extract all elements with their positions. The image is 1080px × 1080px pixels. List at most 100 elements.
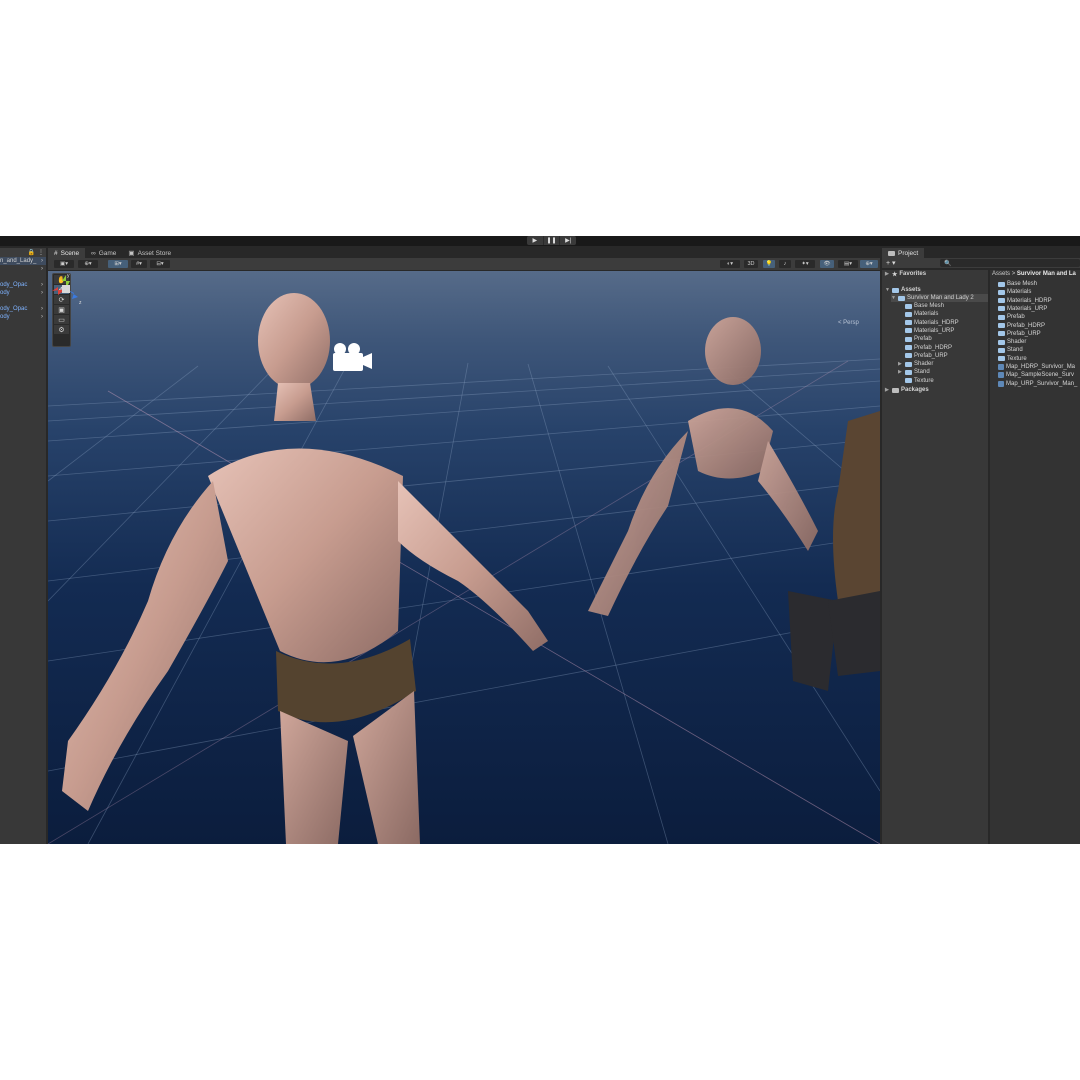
folder-icon [892, 287, 899, 293]
file-label: Stand [1007, 347, 1023, 354]
gizmos-dropdown[interactable]: ⊕▾ [860, 260, 878, 268]
folder-icon [892, 387, 899, 393]
folder-icon [998, 306, 1005, 312]
folder-item[interactable]: Materials [998, 288, 1031, 296]
folder-icon [905, 345, 912, 350]
play-button[interactable]: ▶ [527, 236, 544, 245]
tree-subfolder[interactable]: Materials_URP [898, 327, 954, 335]
folder-icon [905, 361, 912, 367]
audio-toggle-icon[interactable]: ♪ [779, 260, 791, 268]
more-options-icon[interactable]: ⋮ [38, 249, 44, 256]
file-label: Materials_URP [1007, 305, 1048, 312]
tree-subfolder[interactable]: Base Mesh [898, 302, 944, 310]
folder-item[interactable]: Prefab_HDRP [998, 322, 1045, 330]
expand-icon: ▶ [885, 271, 889, 277]
folder-item[interactable]: Shader [998, 338, 1026, 346]
tree-subfolder[interactable]: Materials [898, 310, 938, 318]
tree-label: Base Mesh [914, 303, 945, 309]
transform-tool-icon[interactable]: ⚙ [54, 325, 69, 334]
star-icon: ★ [892, 271, 898, 278]
hierarchy-item[interactable]: ody_Opac › [0, 305, 46, 313]
folder-item[interactable]: Prefab_URP [998, 330, 1041, 338]
tree-survivor-folder[interactable]: ▼ Survivor Man and Lady 2 [891, 294, 988, 302]
project-search-input[interactable]: 🔍 [940, 259, 1080, 267]
lighting-toggle-icon[interactable]: 💡 [763, 260, 775, 268]
folder-item[interactable]: Stand [998, 346, 1023, 354]
shading-mode-dropdown[interactable]: ◐▾ [720, 260, 740, 268]
folder-icon [998, 298, 1005, 304]
chevron-right-icon[interactable]: › [41, 306, 43, 312]
tree-label: Favorites [899, 271, 927, 277]
hierarchy-item[interactable]: › [0, 265, 46, 273]
scene-visibility-icon[interactable]: 👁 [820, 260, 834, 268]
folder-icon [898, 295, 905, 301]
effects-dropdown[interactable]: ✦▾ [795, 260, 815, 268]
gizmo-orientation-dropdown[interactable]: ⊕▾ [78, 260, 98, 268]
camera-gizmo-icon [333, 343, 372, 371]
tab-asset-store[interactable]: ▣ Asset Store [122, 248, 177, 258]
tree-subfolder[interactable]: Prefab_URP [898, 352, 948, 360]
orientation-gizmo-icon[interactable]: y z [48, 271, 84, 307]
chevron-right-icon[interactable]: › [41, 266, 43, 272]
tree-subfolder[interactable]: ▶ Shader [898, 360, 933, 368]
tree-label: Materials_HDRP [914, 319, 959, 326]
tree-label: Prefab [914, 336, 932, 343]
chevron-right-icon[interactable]: › [41, 314, 43, 320]
tree-packages[interactable]: ▶ Packages [885, 386, 929, 394]
chevron-right-icon[interactable]: › [41, 258, 43, 264]
pause-button[interactable]: ❚❚ [544, 236, 561, 245]
scene-viewport[interactable]: ✋✥⟳▣▭⚙ y z < Persp [48, 271, 880, 844]
scene-file-item[interactable]: Map_HDRP_Survivor_Ma [998, 363, 1075, 371]
projection-toggle[interactable]: < Persp [838, 320, 859, 326]
folder-item[interactable]: Texture [998, 355, 1027, 363]
tree-subfolder[interactable]: Texture [898, 377, 934, 385]
folder-item[interactable]: Materials_HDRP [998, 297, 1052, 305]
create-asset-button[interactable]: + ▾ [886, 259, 896, 267]
breadcrumb-separator: > [1011, 271, 1016, 277]
camera-settings-dropdown[interactable]: ▤▾ [838, 260, 858, 268]
hierarchy-item[interactable]: ody › [0, 313, 46, 321]
folder-icon [888, 250, 895, 256]
lock-icon[interactable]: 🔒 [28, 249, 35, 256]
file-label: Map_HDRP_Survivor_Ma [1006, 364, 1076, 370]
rect-tool-icon[interactable]: ▭ [54, 315, 69, 324]
tree-subfolder[interactable]: Prefab_HDRP [898, 344, 952, 352]
tree-favorites[interactable]: ▶ ★ Favorites [885, 270, 926, 278]
folder-icon [905, 353, 912, 359]
third-character-model [788, 411, 880, 691]
chevron-right-icon[interactable]: › [41, 290, 43, 296]
tree-subfolder[interactable]: ▶ Stand [898, 368, 930, 376]
grid-toggle[interactable]: #▾ [131, 260, 147, 268]
breadcrumb-root[interactable]: Assets [992, 271, 1010, 277]
scene-file-item[interactable]: Map_SampleScene_Surv [998, 371, 1074, 379]
folder-icon [998, 323, 1005, 328]
hierarchy-item[interactable]: ody › [0, 289, 46, 297]
chevron-right-icon[interactable]: › [41, 282, 43, 288]
hierarchy-item-label: ody_Opac [0, 306, 28, 312]
folder-item[interactable]: Base Mesh [998, 280, 1037, 288]
draw-mode-dropdown[interactable]: ▣▾ [54, 260, 74, 268]
folder-item[interactable]: Materials_URP [998, 305, 1047, 313]
tab-project[interactable]: Project [882, 248, 925, 258]
folder-icon [905, 369, 912, 375]
tree-subfolder[interactable]: Materials_HDRP [898, 319, 959, 327]
tree-assets[interactable]: ▼ Assets [885, 286, 921, 294]
hierarchy-item[interactable]: n_and_Lady_ › [0, 257, 46, 265]
tree-subfolder[interactable]: Prefab [898, 335, 932, 343]
scene-file-item[interactable]: Map_URP_Survivor_Man_ [998, 380, 1077, 388]
step-button[interactable]: ▶| [560, 236, 576, 245]
hierarchy-item[interactable]: ody_Opac › [0, 281, 46, 289]
tab-game[interactable]: ∞ Game [85, 248, 122, 258]
snap-toggle[interactable]: ⊞▾ [108, 260, 128, 268]
tree-label: Prefab_URP [914, 352, 948, 359]
file-label: Map_SampleScene_Surv [1006, 372, 1075, 379]
tab-scene[interactable]: # Scene [48, 248, 86, 258]
toggle-2d-3d-button[interactable]: 3D [744, 260, 758, 268]
file-label: Materials [1007, 289, 1032, 296]
tree-label: Assets [901, 287, 921, 293]
folder-item[interactable]: Prefab [998, 313, 1025, 321]
file-label: Shader [1007, 339, 1027, 346]
breadcrumb-current[interactable]: Survivor Man and La [1017, 271, 1076, 277]
increment-snap-dropdown[interactable]: ⊟▾ [150, 260, 170, 268]
tree-label: Materials [914, 311, 939, 318]
